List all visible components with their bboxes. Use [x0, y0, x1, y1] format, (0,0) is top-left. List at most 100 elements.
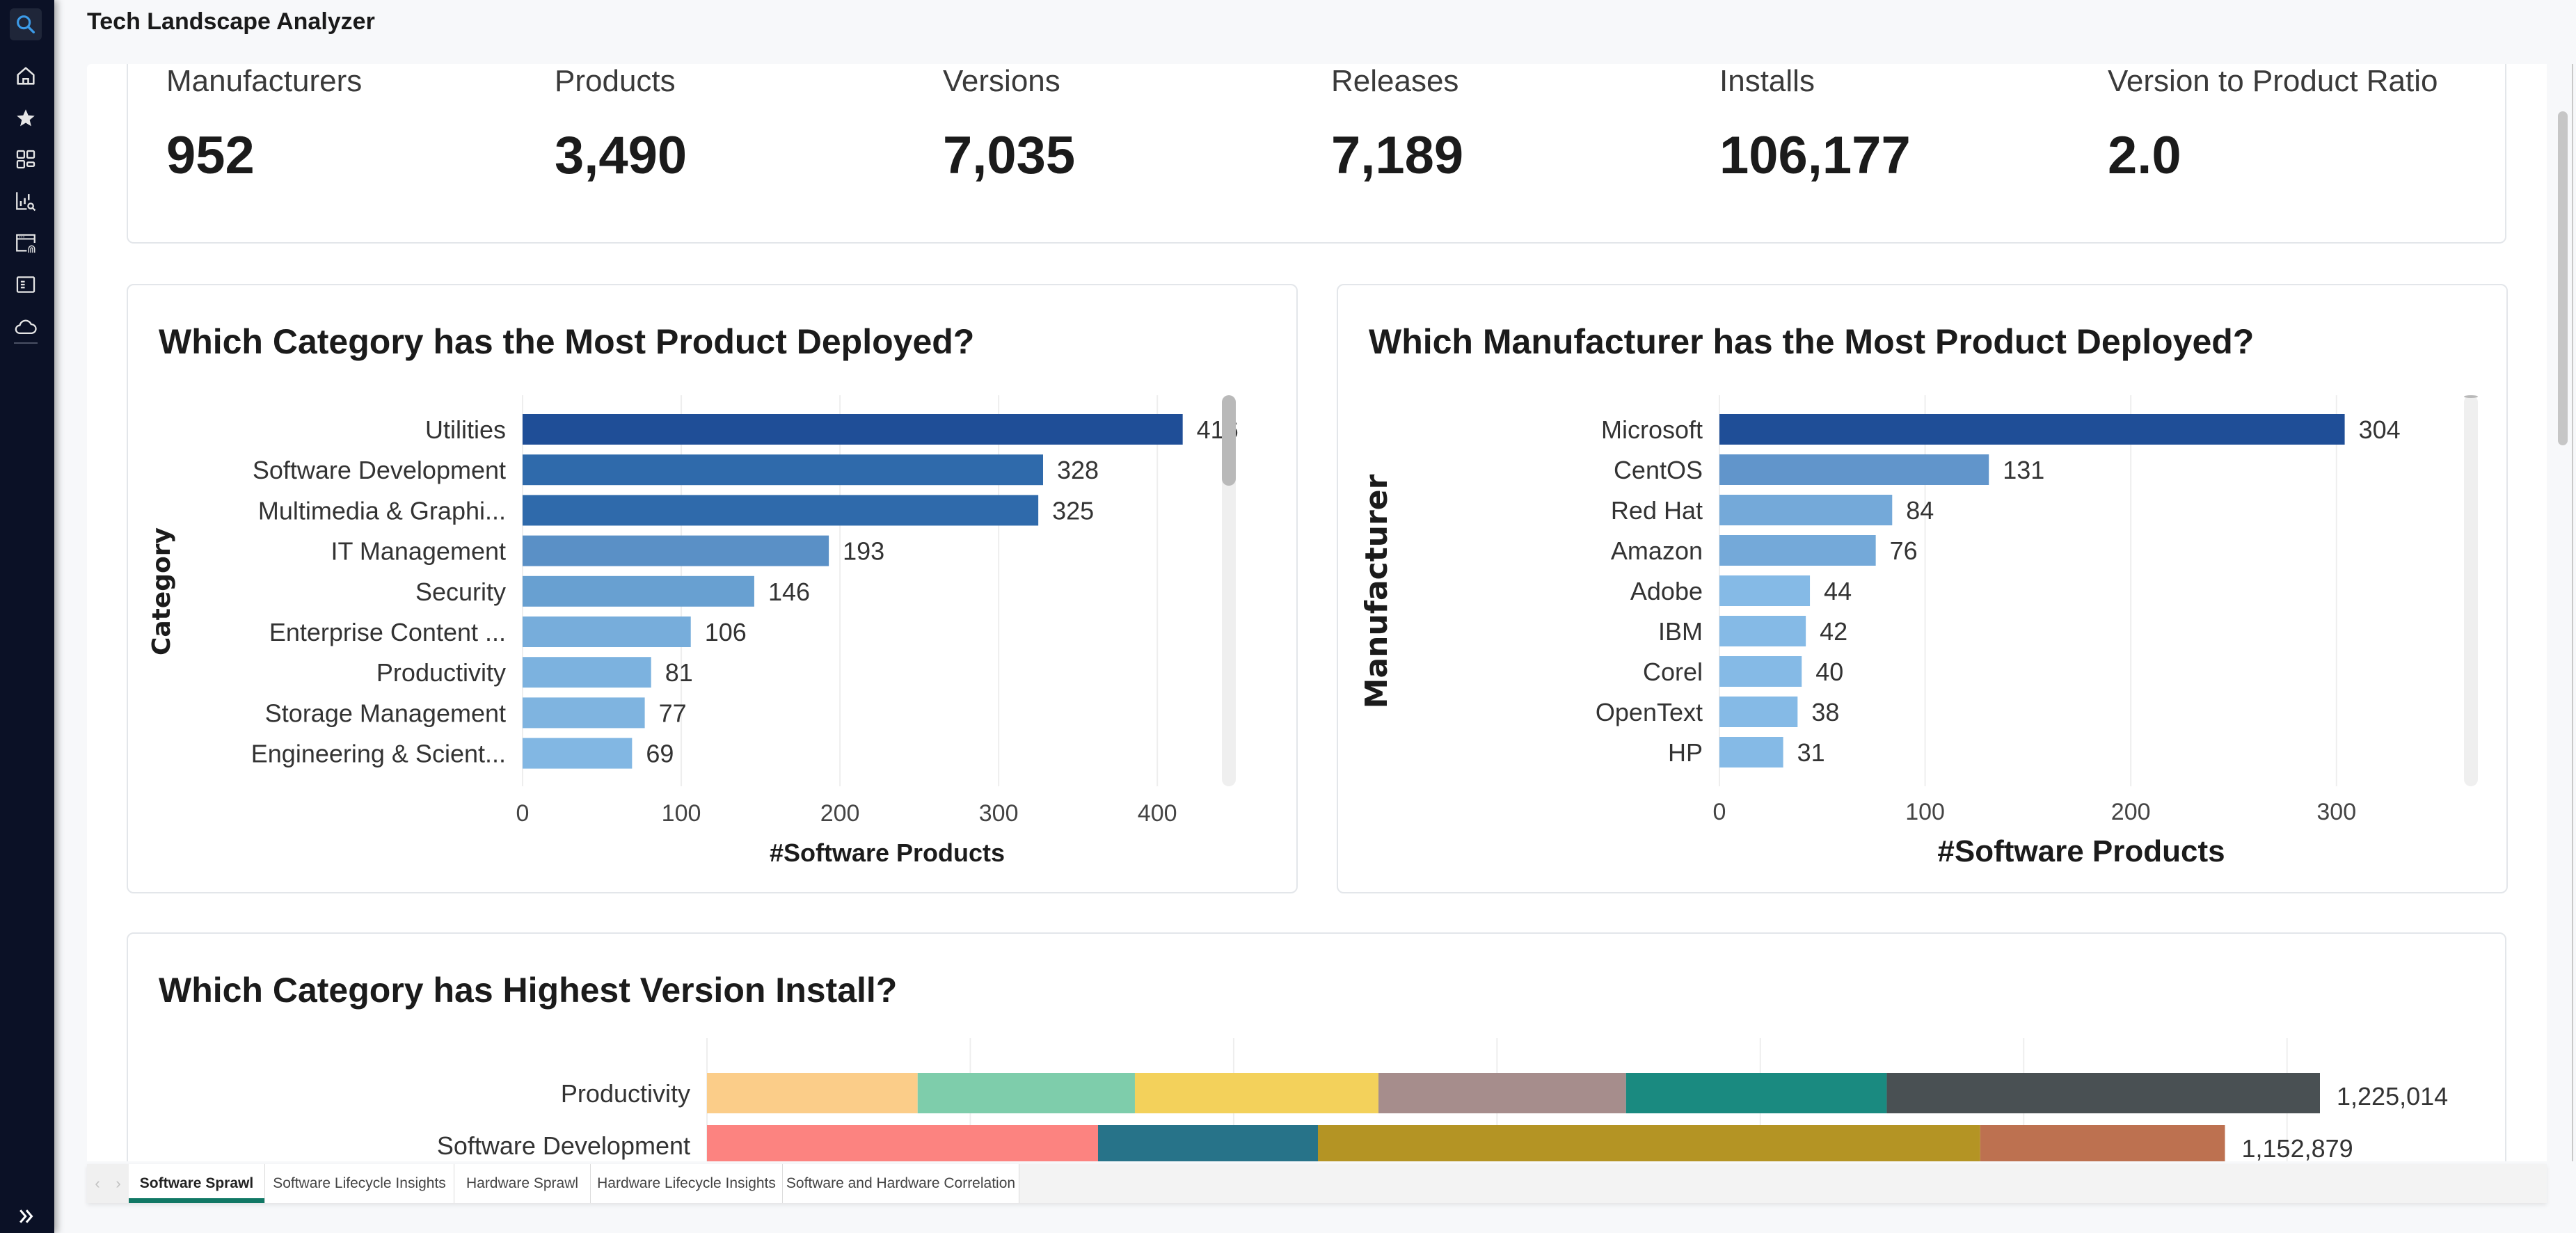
double-chevron-right-icon — [19, 1209, 33, 1223]
tab-software-sprawl[interactable]: Software Sprawl — [129, 1164, 265, 1203]
bar — [523, 697, 645, 729]
tab-prev-button[interactable]: ‹ — [95, 1175, 100, 1193]
tab-hardware-sprawl[interactable]: Hardware Sprawl — [454, 1164, 591, 1203]
data-label: 304 — [2359, 415, 2401, 444]
y-category-label: Security — [415, 578, 506, 606]
x-tick-label: 0 — [516, 800, 530, 827]
bar — [523, 616, 691, 647]
data-label: 193 — [843, 537, 884, 566]
document-list-icon — [16, 276, 35, 293]
y-category-label: Multimedia & Graphi... — [258, 496, 506, 525]
kpi-manufacturers: Manufacturers 952 — [166, 64, 362, 186]
x-tick-label: 300 — [979, 800, 1019, 827]
browser-fingerprint-icon — [16, 234, 35, 253]
kpi-label: Versions — [943, 64, 1060, 98]
tab-next-button[interactable]: › — [116, 1175, 120, 1193]
y-category-label: Engineering & Scient... — [251, 740, 506, 768]
y-category-label: HP — [1668, 738, 1703, 767]
tab-hardware-lifecycle-insights[interactable]: Hardware Lifecycle Insights — [591, 1164, 783, 1203]
sidebar-item-security[interactable] — [10, 227, 42, 259]
y-category-label: CentOS — [1614, 456, 1703, 484]
tab-label: Hardware Lifecycle Insights — [597, 1175, 776, 1191]
sidebar-item-cloud[interactable] — [10, 310, 42, 342]
y-category-label: Storage Management — [265, 699, 506, 727]
stacked-bar-segment — [1378, 1073, 1626, 1113]
x-tick-label: 200 — [820, 800, 860, 827]
search-icon — [17, 15, 35, 34]
stacked-bar-segment — [1980, 1125, 2225, 1161]
page-scrollbar-thumb[interactable] — [2558, 111, 2568, 445]
kpi-value: 7,035 — [943, 126, 1076, 185]
home-icon — [17, 67, 35, 85]
x-tick-label: 400 — [1138, 800, 1177, 827]
chart-scrollbar-track — [2464, 395, 2478, 786]
data-label: 38 — [1811, 698, 1839, 726]
x-tick-label: 300 — [2316, 799, 2356, 825]
sidebar-item-home[interactable] — [10, 60, 42, 92]
data-label: 328 — [1057, 456, 1099, 484]
bar — [523, 738, 633, 769]
chart-scrollbar-thumb — [1222, 395, 1236, 486]
y-category-label: Amazon — [1611, 536, 1703, 565]
y-category-label: Software Development — [253, 456, 506, 484]
kpi-label: Manufacturers — [166, 64, 363, 98]
y-category-label: OpenText — [1596, 698, 1703, 726]
category-version-install-chart-card: Which Category has Highest Version Insta… — [127, 932, 2506, 1161]
bar — [1719, 454, 1989, 485]
tab-software-hardware-correlation[interactable]: Software and Hardware Correlation — [783, 1164, 1019, 1203]
page-tab-bar: ‹ › Software Sprawl Software Lifecycle I… — [87, 1164, 2547, 1203]
manufacturer-products-chart-card: Which Manufacturer has the Most Product … — [1337, 284, 2508, 893]
y-category-label: IBM — [1658, 617, 1703, 646]
tab-nav: ‹ › — [87, 1164, 129, 1203]
bar — [523, 414, 1183, 445]
x-tick-label: 0 — [1713, 799, 1726, 825]
grid-icon — [16, 150, 35, 169]
total-data-label: 1,225,014 — [2337, 1082, 2448, 1111]
expand-sidebar-button[interactable] — [13, 1202, 40, 1230]
manufacturer-products-chart: 0 100 200 300 Microsoft 304 CentOS 131 Red Hat 84… — [1359, 395, 2478, 868]
stacked-bar-segment — [707, 1125, 1098, 1161]
bar — [523, 657, 651, 688]
kpi-products: Products 3,490 — [555, 64, 687, 186]
sidebar-item-analytics[interactable] — [10, 185, 42, 217]
data-label: 84 — [1906, 496, 1934, 525]
category-products-chart-card: Which Category has the Most Product Depl… — [127, 284, 1298, 893]
kpi-value: 3,490 — [555, 126, 687, 185]
data-label: 131 — [2003, 456, 2044, 484]
data-label: 325 — [1052, 496, 1094, 525]
stacked-bar-segment — [707, 1073, 918, 1113]
sidebar-item-reports[interactable] — [10, 269, 42, 301]
x-tick-label: 100 — [1905, 799, 1945, 825]
kpi-label: Installs — [1719, 64, 1815, 98]
sidebar-item-favorites[interactable] — [10, 102, 42, 134]
stacked-bar-segment — [1625, 1073, 1887, 1113]
kpi-value: 106,177 — [1719, 126, 1911, 185]
y-category-label: Red Hat — [1611, 496, 1703, 525]
bar — [1719, 616, 1806, 646]
sidebar-item-apps[interactable] — [10, 143, 42, 175]
y-category-label: Corel — [1643, 658, 1703, 686]
x-axis-title: #Software Products — [770, 838, 1005, 867]
y-category-label: Enterprise Content ... — [269, 618, 506, 646]
y-category-label: IT Management — [331, 537, 506, 566]
sidebar-divider — [14, 342, 38, 344]
total-data-label: 1,152,879 — [2242, 1134, 2353, 1161]
data-label: 69 — [646, 740, 674, 768]
category-version-install-chart: Productivity 1,225,014 Software Developmen… — [437, 1038, 2448, 1161]
bar — [523, 495, 1039, 526]
data-label: 40 — [1815, 658, 1843, 686]
kpi-releases: Releases 7,189 — [1331, 64, 1463, 186]
data-label: 77 — [659, 699, 687, 727]
tab-label: Hardware Sprawl — [466, 1175, 579, 1191]
bar — [1719, 414, 2345, 445]
y-category-label: Software Development — [437, 1131, 690, 1160]
tab-software-lifecycle-insights[interactable]: Software Lifecycle Insights — [265, 1164, 454, 1203]
sidebar-item-search[interactable] — [10, 8, 42, 40]
data-label: 146 — [768, 578, 810, 606]
kpi-value: 952 — [166, 126, 255, 185]
report-canvas: Manufacturers 952 Products 3,490 Version… — [87, 64, 2547, 1161]
bar — [523, 575, 754, 607]
stacked-bar-segment — [1317, 1125, 1980, 1161]
stacked-bar-segment — [1886, 1073, 2320, 1113]
x-tick-label: 200 — [2111, 799, 2151, 825]
